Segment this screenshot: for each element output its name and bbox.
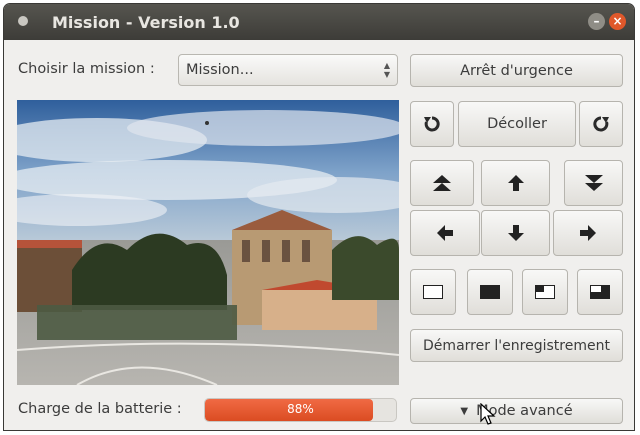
battery-progress: 88% <box>204 398 397 422</box>
view-full-icon <box>480 285 500 299</box>
rotate-clockwise-icon <box>592 115 610 133</box>
camera-feed <box>17 100 399 385</box>
window-title: Mission - Version 1.0 <box>52 13 240 32</box>
arrow-right-icon <box>579 224 597 242</box>
mission-select-value: Mission... <box>186 62 254 78</box>
start-recording-button[interactable]: Démarrer l'enregistrement <box>410 329 623 362</box>
view-empty-icon <box>423 285 443 299</box>
triangle-down-icon: ▼ <box>460 405 469 417</box>
mouse-cursor-icon <box>480 402 496 429</box>
left-button[interactable] <box>410 210 480 256</box>
view-empty-button[interactable] <box>410 269 456 315</box>
view-full-button[interactable] <box>467 269 513 315</box>
arrow-left-icon <box>436 224 454 242</box>
descend-icon <box>584 173 604 193</box>
start-recording-label: Démarrer l'enregistrement <box>423 337 610 354</box>
ascend-button[interactable] <box>410 160 474 206</box>
view-pip-right-button[interactable] <box>577 269 623 315</box>
view-pip-right-icon <box>590 285 610 299</box>
view-pip-left-icon <box>535 285 555 299</box>
advanced-mode-button[interactable]: ▼ Mode avancé <box>410 398 623 424</box>
mission-label: Choisir la mission : <box>18 61 155 77</box>
descend-button[interactable] <box>564 160 623 206</box>
close-button[interactable]: × <box>609 13 626 30</box>
view-pip-left-button[interactable] <box>522 269 568 315</box>
rotate-right-button[interactable] <box>579 101 623 147</box>
mission-select[interactable]: Mission... ▲ ▼ <box>178 54 398 86</box>
emergency-stop-label: Arrêt d'urgence <box>460 62 573 79</box>
emergency-stop-button[interactable]: Arrêt d'urgence <box>410 54 623 87</box>
app-icon <box>18 16 28 26</box>
back-button[interactable] <box>481 210 550 256</box>
battery-percent: 88% <box>287 402 314 416</box>
right-button[interactable] <box>553 210 623 256</box>
arrow-up-icon <box>507 174 525 192</box>
minimize-button[interactable]: – <box>588 13 605 30</box>
battery-label: Charge de la batterie : <box>18 401 182 417</box>
rotate-left-button[interactable] <box>410 101 454 147</box>
forward-button[interactable] <box>481 160 550 206</box>
takeoff-button[interactable]: Décoller <box>458 101 576 147</box>
app-window: Mission - Version 1.0 – × Choisir la mis… <box>3 3 635 431</box>
ascend-icon <box>432 173 452 193</box>
arrow-down-icon <box>507 224 525 242</box>
takeoff-label: Décoller <box>487 116 547 132</box>
updown-arrows-icon: ▲ ▼ <box>383 61 390 79</box>
titlebar[interactable]: Mission - Version 1.0 – × <box>4 4 634 40</box>
main-content: Choisir la mission : Mission... ▲ ▼ Arrêt… <box>4 40 634 430</box>
rotate-counterclockwise-icon <box>423 115 441 133</box>
